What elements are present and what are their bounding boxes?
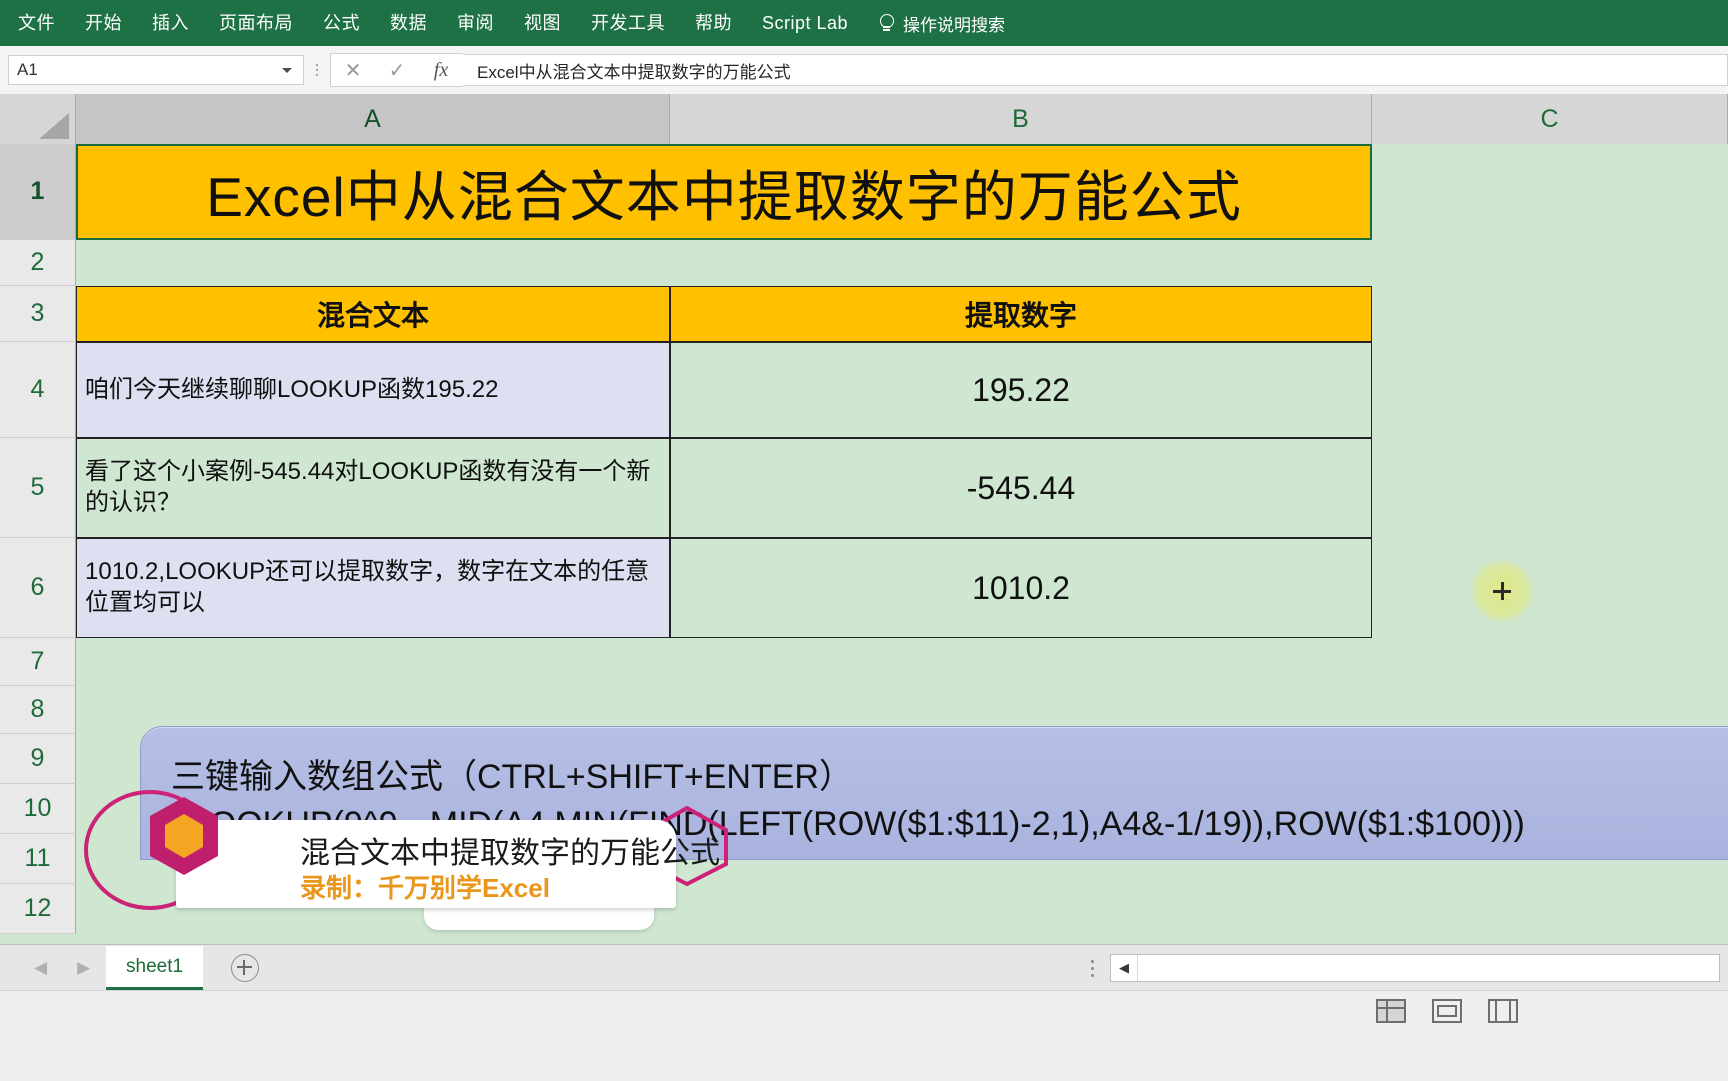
chevron-down-icon[interactable] — [282, 67, 292, 73]
ribbon-tab-script-lab[interactable]: Script Lab — [747, 0, 863, 46]
ribbon-tab-data[interactable]: 数据 — [375, 0, 442, 46]
cell-a3-header[interactable]: 混合文本 — [76, 286, 670, 342]
ribbon-tab-bar: 文件 开始 插入 页面布局 公式 数据 审阅 视图 开发工具 帮助 Script… — [0, 0, 1728, 46]
cell-a5-value: 看了这个小案例-545.44对LOOKUP函数有没有一个新的认识？ — [85, 458, 651, 516]
tab-bar-grip[interactable] — [1091, 959, 1094, 977]
excel-window: 文件 开始 插入 页面布局 公式 数据 审阅 视图 开发工具 帮助 Script… — [0, 0, 1728, 1081]
row-header-11[interactable]: 11 — [0, 834, 76, 884]
column-header-a[interactable]: A — [76, 94, 670, 144]
cell-row7-blank[interactable] — [76, 638, 1728, 686]
cell-a5-text[interactable]: 看了这个小案例-545.44对LOOKUP函数有没有一个新的认识？ — [76, 438, 670, 538]
column-header-row: A B C — [0, 94, 1728, 145]
row-header-7[interactable]: 7 — [0, 638, 76, 686]
select-all-corner[interactable] — [0, 94, 76, 144]
row-header-1[interactable]: 1 — [0, 144, 76, 240]
cell-c6[interactable] — [1372, 538, 1728, 638]
fx-icon[interactable]: fx — [419, 55, 463, 85]
ribbon-tab-review[interactable]: 审阅 — [442, 0, 509, 46]
sheet-tab-bar: ◀ ▶ sheet1 ◀ — [0, 944, 1728, 991]
cell-a4-value: 咱们今天继续聊聊LOOKUP函数195.22 — [85, 375, 499, 403]
sheet-row-4: 咱们今天继续聊聊LOOKUP函数195.22 195.22 — [76, 342, 1728, 438]
chevron-right-icon[interactable]: ▶ — [77, 958, 90, 978]
sheet-nav-arrows: ◀ ▶ — [0, 958, 92, 978]
view-normal-icon[interactable] — [1376, 999, 1406, 1023]
cell-c3[interactable] — [1372, 286, 1728, 342]
recorder-watermark: 混合文本中提取数字的万能公式 录制：千万别学Excel — [84, 780, 784, 930]
plus-circle-icon[interactable] — [231, 954, 260, 982]
row-header-12[interactable]: 12 — [0, 884, 76, 934]
ribbon-tab-home[interactable]: 开始 — [70, 0, 137, 46]
watermark-title: 混合文本中提取数字的万能公式 — [300, 837, 720, 870]
ribbon-tab-formulas[interactable]: 公式 — [308, 0, 375, 46]
sheet-row-5: 看了这个小案例-545.44对LOOKUP函数有没有一个新的认识？ -545.4… — [76, 438, 1728, 538]
watermark-credit: 录制：千万别学Excel — [300, 873, 550, 903]
cell-c1[interactable] — [1372, 144, 1728, 240]
row-header-2[interactable]: 2 — [0, 240, 76, 286]
lightbulb-icon — [879, 13, 895, 33]
status-bar — [0, 990, 1728, 1081]
scroll-left-icon[interactable]: ◀ — [1111, 955, 1138, 981]
sheet-tab-sheet1[interactable]: sheet1 — [106, 946, 204, 990]
sheet-row-1: Excel中从混合文本中提取数字的万能公式 — [76, 144, 1728, 240]
crosshair-cursor-icon — [1470, 559, 1534, 623]
ribbon-tab-file[interactable]: 文件 — [0, 0, 70, 46]
ribbon-tab-help[interactable]: 帮助 — [680, 0, 747, 46]
cell-row2-blank[interactable] — [76, 240, 1728, 286]
row-header-8[interactable]: 8 — [0, 686, 76, 734]
name-box-value: A1 — [17, 60, 38, 79]
name-box[interactable]: A1 — [8, 55, 304, 85]
row-header-4[interactable]: 4 — [0, 342, 76, 438]
cell-a1-title[interactable]: Excel中从混合文本中提取数字的万能公式 — [76, 144, 1372, 240]
column-header-b[interactable]: B — [670, 94, 1372, 144]
row-header-9[interactable]: 9 — [0, 734, 76, 784]
tell-me-label: 操作说明搜索 — [903, 15, 1006, 35]
formula-bar-grip[interactable] — [308, 55, 326, 85]
formula-input[interactable]: Excel中从混合文本中提取数字的万能公式 — [463, 54, 1728, 86]
column-header-c[interactable]: C — [1372, 94, 1728, 144]
sheet-row-2 — [76, 240, 1728, 286]
watermark-card: 混合文本中提取数字的万能公式 录制：千万别学Excel — [176, 820, 720, 908]
horizontal-scrollbar[interactable]: ◀ — [1110, 954, 1720, 982]
cell-b3-header[interactable]: 提取数字 — [670, 286, 1372, 342]
view-page-layout-icon[interactable] — [1432, 999, 1462, 1023]
ribbon-tab-view[interactable]: 视图 — [509, 0, 576, 46]
view-page-break-icon[interactable] — [1488, 999, 1518, 1023]
formula-bar-buttons: ✕ ✓ fx — [330, 53, 463, 87]
row-header-column: 1 2 3 4 5 6 7 8 9 10 11 12 — [0, 144, 76, 934]
row-header-3[interactable]: 3 — [0, 286, 76, 342]
cell-a6-value: 1010.2,LOOKUP还可以提取数字，数字在文本的任意位置均可以 — [85, 558, 650, 616]
tell-me-search[interactable]: 操作说明搜索 — [879, 11, 1005, 36]
cell-b4-number[interactable]: 195.22 — [670, 342, 1372, 438]
ribbon-tab-insert[interactable]: 插入 — [137, 0, 204, 46]
cell-a4-text[interactable]: 咱们今天继续聊聊LOOKUP函数195.22 — [76, 342, 670, 438]
cancel-x-icon[interactable]: ✕ — [331, 55, 375, 85]
chevron-left-icon[interactable]: ◀ — [34, 958, 47, 978]
row-header-10[interactable]: 10 — [0, 784, 76, 834]
ribbon-tab-developer[interactable]: 开发工具 — [576, 0, 680, 46]
cell-c5[interactable] — [1372, 438, 1728, 538]
row-header-5[interactable]: 5 — [0, 438, 76, 538]
cell-b5-number[interactable]: -545.44 — [670, 438, 1372, 538]
hexagon-logo-icon — [150, 797, 218, 875]
row-header-6[interactable]: 6 — [0, 538, 76, 638]
formula-bar: A1 ✕ ✓ fx Excel中从混合文本中提取数字的万能公式 — [0, 46, 1728, 95]
cell-a6-text[interactable]: 1010.2,LOOKUP还可以提取数字，数字在文本的任意位置均可以 — [76, 538, 670, 638]
sheet-row-7 — [76, 638, 1728, 686]
view-mode-buttons — [1376, 999, 1518, 1023]
sheet-row-3: 混合文本 提取数字 — [76, 286, 1728, 342]
cell-b6-number[interactable]: 1010.2 — [670, 538, 1372, 638]
ribbon-tab-page-layout[interactable]: 页面布局 — [204, 0, 308, 46]
cell-c4[interactable] — [1372, 342, 1728, 438]
confirm-check-icon[interactable]: ✓ — [375, 55, 419, 85]
